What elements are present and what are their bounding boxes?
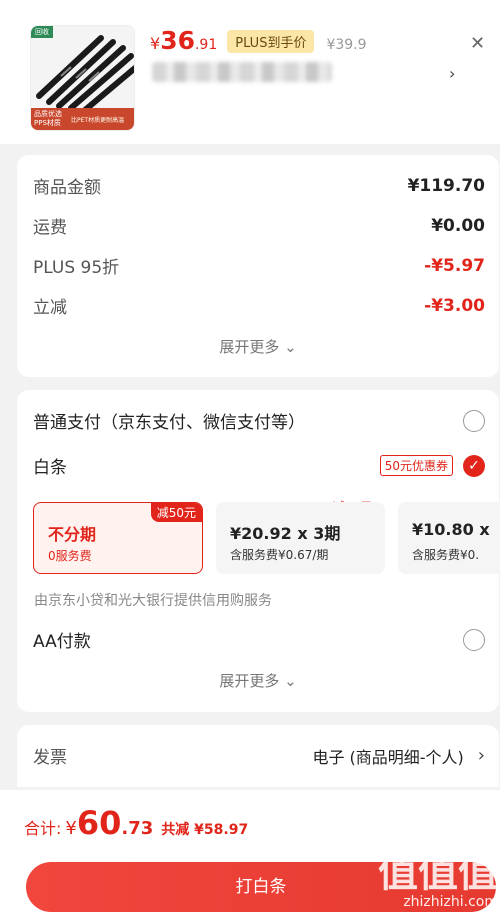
goods-amount-label: 商品金额	[33, 178, 101, 198]
installment-main: ¥20.92 x 3期	[230, 524, 341, 543]
shipping-value: ¥0.00	[431, 215, 485, 236]
product-title-blurred[interactable]	[152, 62, 332, 82]
total-saved: 共减 ¥58.97	[161, 822, 249, 838]
summary-expand-more[interactable]: 展开更多 ⌄	[17, 336, 499, 357]
installment-sub: 0服务费	[48, 549, 92, 563]
checkmark-icon[interactable]: ✓	[463, 454, 485, 477]
summary-row-instant-discount: 立减 -¥3.00	[33, 293, 485, 319]
price-row: ¥ 36 .91 PLUS到手价 ¥39.9	[150, 26, 367, 56]
price-symbol: ¥	[150, 34, 161, 53]
normal-pay-label: 普通支付（京东支付、微信支付等）	[33, 413, 305, 433]
total-amount: 合计: ¥ 60 .73 共减 ¥58.97	[24, 804, 248, 842]
invoice-row[interactable]: 发票 电子 (商品明细-个人) ›	[33, 743, 485, 768]
coupon-badge[interactable]: 50元优惠券	[379, 455, 453, 476]
invoice-right-group: 电子 (商品明细-个人) ›	[312, 744, 485, 768]
summary-row-shipping: 运费 ¥0.00	[33, 213, 485, 239]
thumbnail-tag: 回收	[31, 26, 53, 38]
payment-expand-more[interactable]: 展开更多 ⌄	[17, 670, 499, 691]
product-header: 回收 品质优选 PPS材质 比PET材质更耐高温 ¥ 36 .91 PLUS到手…	[0, 0, 500, 144]
summary-row-goods: 商品金额 ¥119.70	[33, 173, 485, 199]
summary-row-plus-discount: PLUS 95折 -¥5.97	[33, 253, 485, 279]
payment-option-baitiao[interactable]: 白条 50元优惠券 ✓	[33, 453, 485, 478]
thumbnail-line-3: 比PET材质更耐高温	[71, 117, 125, 124]
product-thumbnail[interactable]: 回收 品质优选 PPS材质 比PET材质更耐高温	[30, 25, 135, 131]
installment-sub: 含服务费¥0.67/期	[230, 548, 329, 562]
installment-option-none[interactable]: 减50元 不分期 0服务费	[33, 502, 203, 574]
payment-option-aa[interactable]: AA付款	[33, 627, 485, 652]
installment-sub: 含服务费¥0.	[412, 548, 480, 562]
close-icon[interactable]: ✕	[470, 33, 485, 54]
total-symbol: ¥	[65, 818, 77, 839]
installment-main: 不分期	[48, 525, 97, 544]
credit-provider-note: 由京东小贷和光大银行提供信用购服务	[34, 593, 272, 609]
plus-price-badge: PLUS到手价	[227, 29, 315, 53]
baitiao-right-group: 50元优惠券 ✓	[379, 454, 485, 477]
watermark-logo: 值值值	[378, 850, 498, 896]
chopsticks-image	[31, 26, 134, 113]
original-price: ¥39.9	[326, 37, 367, 53]
watermark: 值值值 zhizhizhi.com	[348, 852, 498, 912]
shipping-label: 运费	[33, 218, 67, 238]
instant-discount-value: -¥3.00	[424, 295, 485, 316]
price-integer: 36	[160, 26, 195, 55]
radio-unchecked-icon[interactable]	[463, 628, 485, 651]
checkout-bar: 合计: ¥ 60 .73 共减 ¥58.97 打白条 值值值 zhizhizhi…	[0, 790, 500, 920]
chevron-right-icon[interactable]: ›	[478, 745, 485, 766]
price-decimal: .91	[194, 37, 218, 53]
installment-discount-tag: 减50元	[150, 503, 202, 522]
invoice-label: 发票	[33, 748, 67, 768]
installment-main: ¥10.80 x	[412, 520, 490, 539]
installment-option-6[interactable]: ¥10.80 x 含服务费¥0.	[398, 502, 500, 574]
price-summary-card: 商品金额 ¥119.70 运费 ¥0.00 PLUS 95折 -¥5.97 立减…	[17, 155, 499, 377]
baitiao-label: 白条	[33, 458, 67, 478]
aa-pay-label: AA付款	[33, 632, 91, 652]
payment-option-normal[interactable]: 普通支付（京东支付、微信支付等）	[33, 408, 485, 433]
watermark-text: zhizhizhi.com	[403, 894, 498, 910]
thumbnail-line-2: PPS材质	[34, 119, 61, 127]
invoice-value: 电子 (商品明细-个人)	[312, 747, 464, 767]
invoice-card[interactable]: 发票 电子 (商品明细-个人) ›	[17, 725, 499, 787]
chevron-right-icon[interactable]: ›	[449, 64, 455, 83]
goods-amount-value: ¥119.70	[407, 175, 485, 196]
total-integer: 60	[76, 804, 122, 842]
plus-discount-value: -¥5.97	[424, 255, 485, 276]
radio-unchecked-icon[interactable]	[463, 409, 485, 432]
total-decimal: .73	[121, 818, 154, 839]
installment-option-3[interactable]: ¥20.92 x 3期 含服务费¥0.67/期	[216, 502, 385, 574]
total-label: 合计:	[24, 819, 62, 838]
plus-discount-label: PLUS 95折	[33, 258, 120, 278]
instant-discount-label: 立减	[33, 298, 67, 318]
